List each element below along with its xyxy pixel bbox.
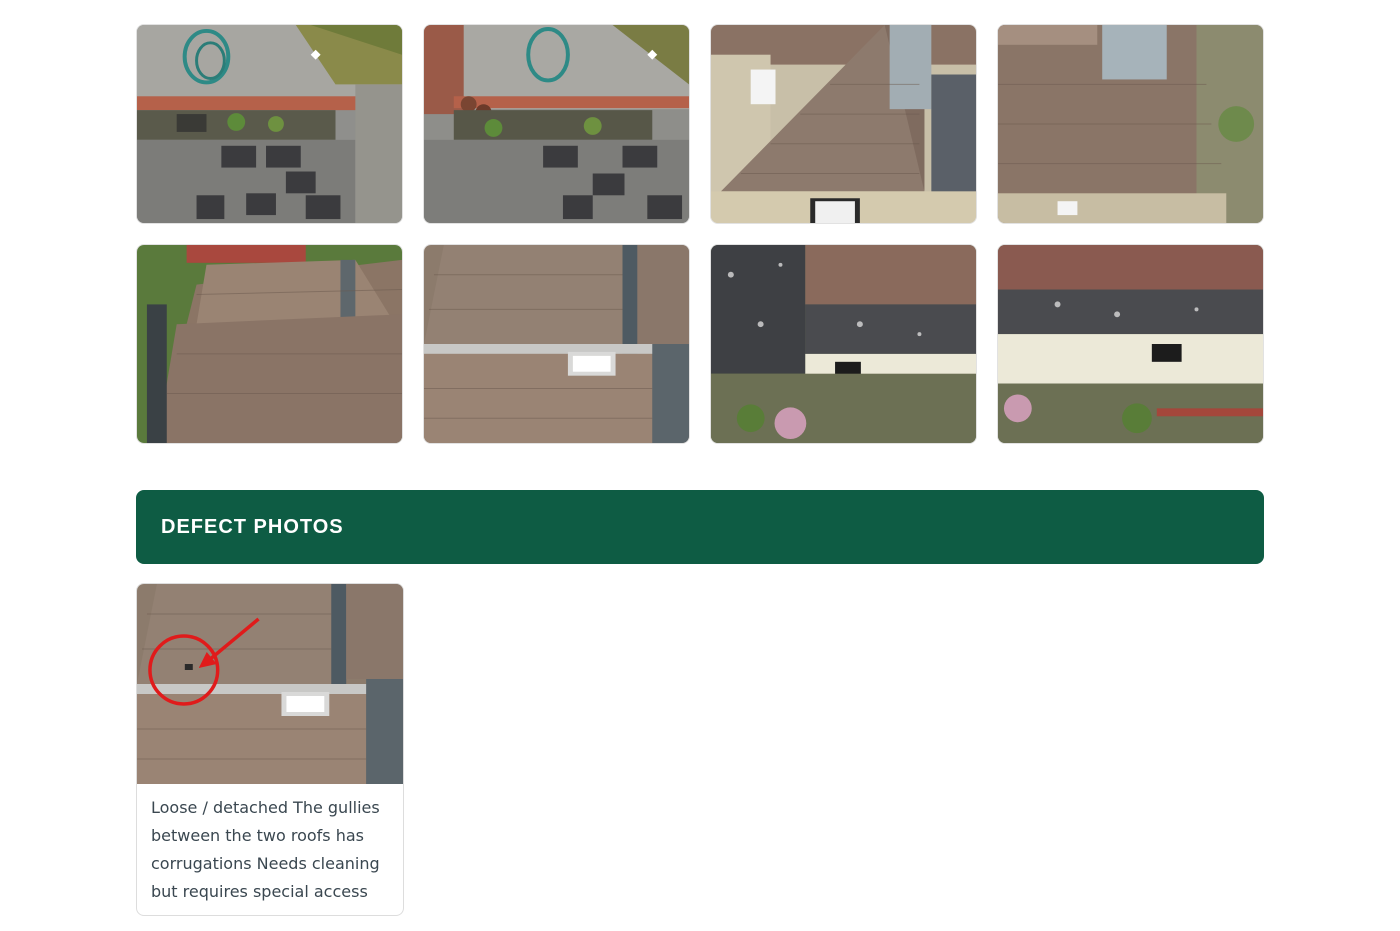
- defect-photos-header: DEFECT PHOTOS: [136, 490, 1264, 564]
- defect-card: Loose / detached The gullies between the…: [136, 583, 404, 916]
- pitched-roof-with-chimney-photo: [998, 25, 1263, 223]
- gallery-photo-6[interactable]: [423, 244, 690, 444]
- annotated-roof-photo: [137, 584, 403, 784]
- flat-roof-and-wall-photo: [711, 245, 976, 443]
- gallery-photo-1[interactable]: [136, 24, 403, 224]
- gallery-photo-4[interactable]: [997, 24, 1264, 224]
- pitched-roof-with-chimney-photo: [711, 25, 976, 223]
- tiled-roof-photo: [137, 245, 402, 443]
- photo-gallery: [136, 24, 1264, 444]
- gallery-photo-2[interactable]: [423, 24, 690, 224]
- garden-and-flat-roof-photo: [137, 25, 402, 223]
- tiled-roof-with-skylight-photo: [424, 245, 689, 443]
- gallery-photo-7[interactable]: [710, 244, 977, 444]
- gallery-photo-8[interactable]: [997, 244, 1264, 444]
- section-title: DEFECT PHOTOS: [161, 515, 344, 538]
- defect-photo[interactable]: [137, 584, 403, 784]
- gallery-photo-5[interactable]: [136, 244, 403, 444]
- garden-and-flat-roof-photo: [424, 25, 689, 223]
- gallery-photo-3[interactable]: [710, 24, 977, 224]
- flat-roof-and-wall-photo: [998, 245, 1263, 443]
- defect-caption: Loose / detached The gullies between the…: [151, 798, 380, 901]
